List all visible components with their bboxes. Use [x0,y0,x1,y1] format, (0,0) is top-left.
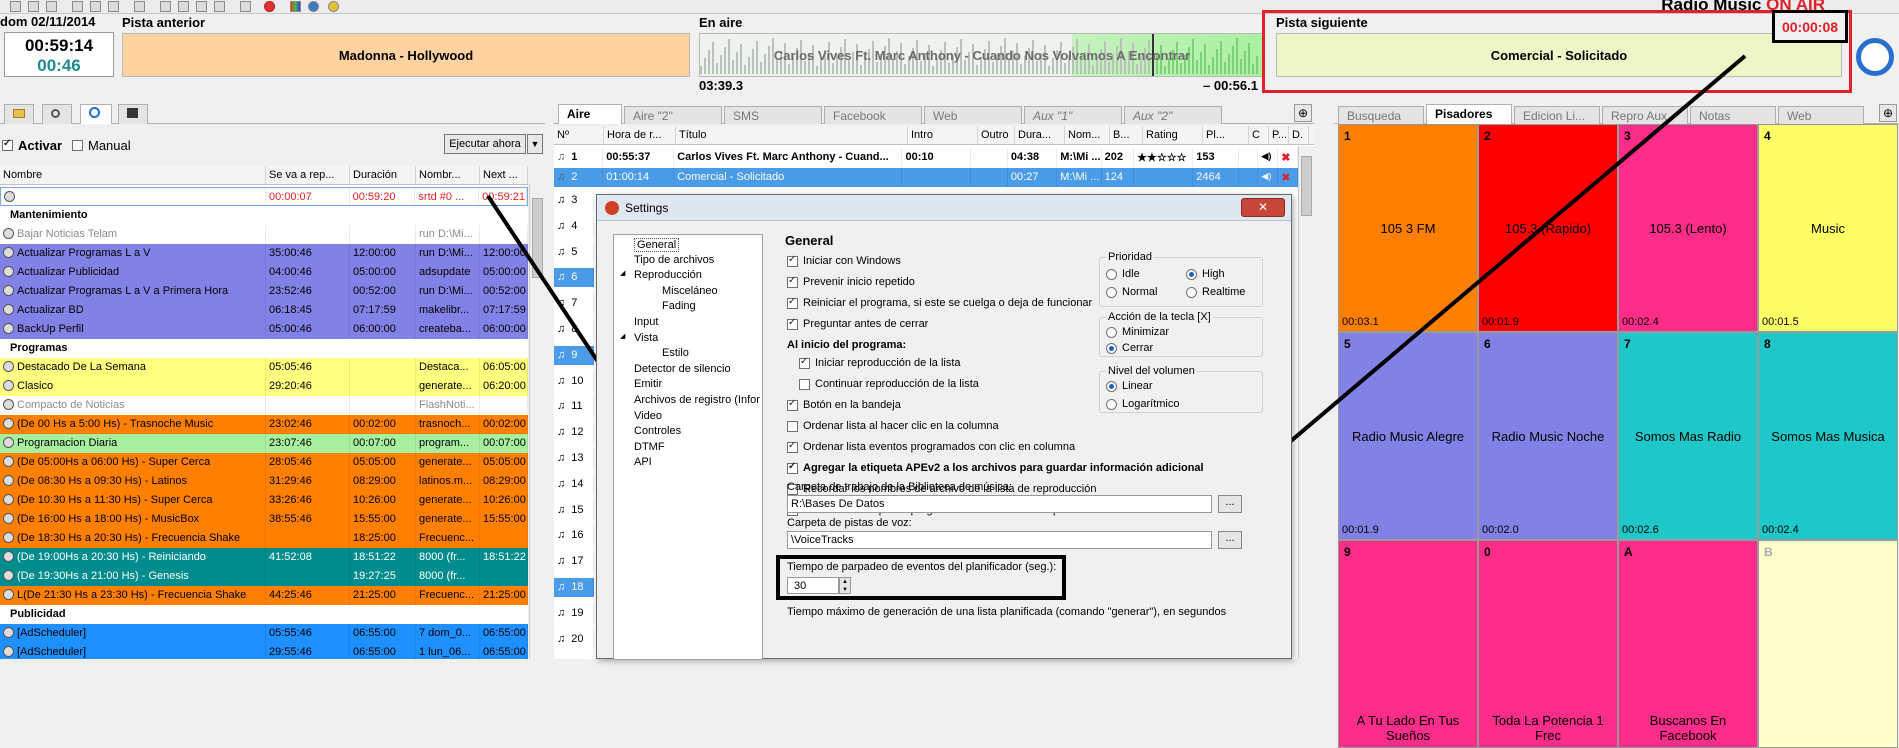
key-action-group: Acción de la tecla [X] Minimizar Cerrar [1099,311,1263,357]
checkbox-box[interactable] [787,275,798,288]
checkbox-label: Preguntar antes de cerrar [803,318,929,330]
radio-circle[interactable] [1106,286,1117,298]
radio-circle[interactable] [1106,268,1117,280]
voice-folder-label: Carpeta de pistas de voz: [787,517,912,529]
tree-item[interactable]: API [634,456,652,468]
voice-folder-browse[interactable]: ... [1218,531,1242,549]
checkbox-box[interactable] [787,254,798,267]
radio-label: Realtime [1202,286,1246,298]
volume-label: Nivel del volumen [1106,365,1197,377]
app-icon [605,200,619,215]
expand-icon[interactable]: ◢ [620,269,625,277]
volume-group: Nivel del volumen Linear Logarítmico [1099,365,1263,413]
setting-radio[interactable]: Minimizar [1106,326,1169,338]
blink-time-input[interactable] [787,577,839,594]
checkbox-box[interactable] [787,440,798,453]
tree-item[interactable]: DTMF [634,441,665,453]
checkbox-label: Reiniciar el programa, si este se cuelga… [803,297,1093,309]
checkbox-label: Prevenir inicio repetido [803,276,915,288]
checkbox-box[interactable] [787,398,798,411]
checkbox-box[interactable] [799,378,810,390]
tree-item[interactable]: Fading [662,300,696,312]
setting-checkbox[interactable]: Agregar la etiqueta APEv2 a los archivos… [787,461,1204,474]
tree-item[interactable]: Video [634,410,662,422]
tree-item[interactable]: Reproducción [634,269,702,281]
tree-item[interactable]: Vista [634,332,658,344]
checkbox-box[interactable] [787,296,798,309]
radio-label: Idle [1122,268,1140,280]
setting-checkbox[interactable]: Preguntar antes de cerrar [787,317,929,330]
setting-radio[interactable]: Linear [1106,380,1153,392]
settings-titlebar: Settings [597,195,1291,221]
checkbox-label: Agregar la etiqueta APEv2 a los archivos… [803,462,1204,474]
checkbox-label: Iniciar reproducción de la lista [815,357,961,369]
tree-item[interactable]: Tipo de archivos [634,254,714,266]
checkbox-label: Continuar reproducción de la lista [815,378,979,390]
radio-label: High [1202,268,1225,280]
max-gen-label: Tiempo máximo de generación de una lista… [787,606,1227,618]
tree-item[interactable]: Estilo [662,347,689,359]
setting-checkbox[interactable]: Prevenir inicio repetido [787,275,915,288]
expand-icon[interactable]: ◢ [620,332,625,340]
general-checks: Iniciar con Windows Prevenir inicio repet… [787,254,1204,516]
priority-label: Prioridad [1106,251,1155,263]
setting-checkbox[interactable]: Ordenar lista al hacer clic en la column… [787,420,999,432]
music-folder-input[interactable] [787,495,1212,513]
tree-item[interactable]: Detector de silencio [634,363,731,375]
priority-group: Prioridad Idle High Normal Realtime [1099,251,1263,307]
radio-label: Linear [1122,380,1153,392]
settings-dialog: Settings ✕ General Tipo de archivos Reprod… [596,194,1292,660]
checkbox-label: Botón en la bandeja [803,399,901,411]
tree-item[interactable]: Emitir [634,378,662,390]
radio-circle[interactable] [1106,342,1117,354]
radio-circle[interactable] [1106,398,1117,410]
blink-time-spinner[interactable]: ▲ ▼ [839,577,851,594]
radio-label: Normal [1122,286,1158,298]
setting-checkbox[interactable]: Reiniciar el programa, si este se cuelga… [787,296,1093,309]
startup-label: Al inicio del programa: [787,339,907,351]
radio-label: Logarítmico [1122,398,1180,410]
checkbox-label: Iniciar con Windows [803,255,901,267]
tree-item[interactable]: Input [634,316,658,328]
blink-time-label: Tiempo de parpadeo de eventos del planif… [787,561,1057,573]
setting-checkbox[interactable]: Ordenar lista eventos programados con cl… [787,440,1076,453]
setting-radio[interactable]: Cerrar [1106,342,1153,354]
voice-folder-input[interactable] [787,531,1212,549]
radio-label: Minimizar [1122,326,1170,338]
checkbox-box[interactable] [787,420,798,432]
radio-circle[interactable] [1106,380,1117,392]
setting-radio[interactable]: Logarítmico [1106,398,1179,410]
checkbox-box[interactable] [787,317,798,330]
setting-checkbox[interactable]: Iniciar con Windows [787,254,901,267]
radio-circle[interactable] [1186,268,1197,280]
radio-circle[interactable] [1106,326,1117,338]
key-action-label: Acción de la tecla [X] [1106,311,1213,323]
checkbox-box[interactable] [787,461,798,474]
music-folder-browse[interactable]: ... [1218,495,1242,513]
setting-checkbox[interactable]: Botón en la bandeja [787,398,901,411]
checkbox-box[interactable] [799,356,810,369]
music-folder-label: Carpeta de trabajo de la Biblioteca de m… [787,481,1013,493]
setting-radio[interactable]: Realtime [1186,286,1245,298]
radio-label: Cerrar [1122,342,1154,354]
checkbox-label: Ordenar lista eventos programados con cl… [803,441,1076,453]
settings-title: Settings [625,200,669,215]
checkbox-label: Ordenar lista al hacer clic en la column… [803,420,999,432]
tree-item[interactable]: Controles [634,425,681,437]
tree-item[interactable]: General [634,238,680,252]
dialog-close-button[interactable]: ✕ [1241,198,1285,217]
tree-item[interactable]: Misceláneo [662,285,718,297]
setting-checkbox[interactable]: Continuar reproducción de la lista [799,378,979,390]
tree-item[interactable]: Archivos de registro (Infor [634,394,760,406]
setting-radio[interactable]: High [1186,268,1225,280]
setting-radio[interactable]: Idle [1106,268,1140,280]
setting-radio[interactable]: Normal [1106,286,1157,298]
settings-heading: General [785,233,834,248]
setting-checkbox[interactable]: Iniciar reproducción de la lista [799,356,961,369]
settings-tree: General Tipo de archivos Reproducción Misce… [613,234,763,660]
radio-circle[interactable] [1186,286,1197,298]
